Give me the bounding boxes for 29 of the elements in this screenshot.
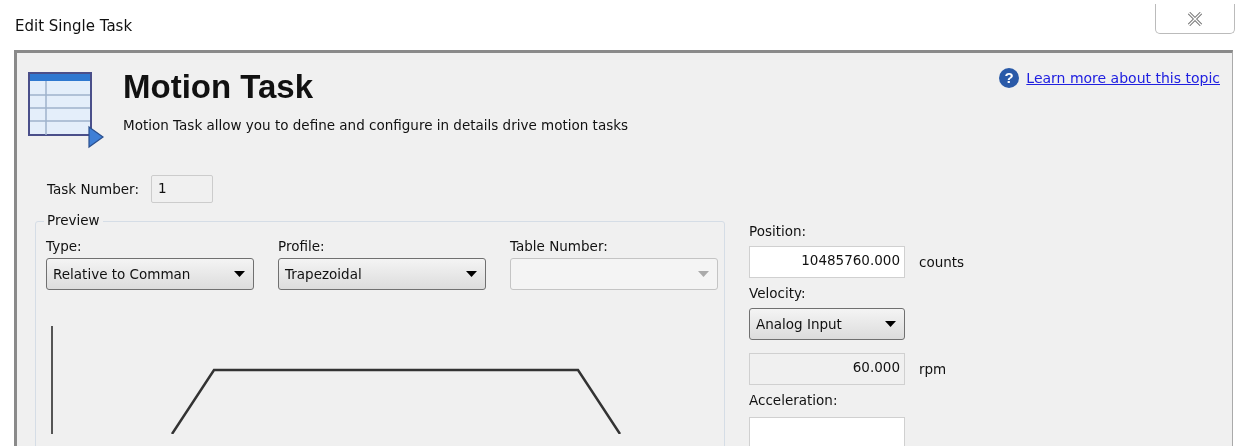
caret-icon: [885, 321, 896, 327]
caret-icon: [234, 271, 245, 277]
dropdown-label: Type:: [46, 238, 83, 254]
table-icon: [27, 71, 105, 149]
dropdown-label: Profile:: [278, 238, 326, 254]
dropdown[interactable]: Trapezoidal: [278, 258, 486, 290]
caret-icon: [466, 271, 477, 277]
velocity-field: 60.000: [749, 353, 905, 385]
help-icon: ?: [998, 67, 1021, 89]
unit-label: rpm: [919, 361, 947, 377]
dropdown-label: Table Number:: [510, 238, 609, 254]
position-label: Position:: [749, 223, 808, 239]
velocity-label: Velocity:: [749, 285, 807, 301]
task-number-label: Task Number:: [47, 181, 139, 197]
acceleration-label: Acceleration:: [749, 392, 839, 408]
window-title: Edit Single Task: [15, 17, 133, 35]
page-description: Motion Task allow you to define and configure in details drive motion tasks: [123, 117, 630, 133]
acceleration-field[interactable]: [749, 417, 905, 446]
dropdown[interactable]: Relative to Comman: [46, 258, 254, 290]
caret-icon: [698, 271, 709, 277]
task-number-field[interactable]: 1: [150, 175, 213, 203]
position-field[interactable]: 10485760.000: [749, 246, 905, 278]
close-icon: [1187, 11, 1203, 26]
preview-legend: Preview: [44, 212, 103, 228]
help-link[interactable]: Learn more about this topic: [1026, 70, 1220, 86]
velocity-dropdown[interactable]: Analog Input: [749, 308, 905, 340]
page-title: Motion Task: [123, 67, 315, 107]
close-button[interactable]: [1155, 4, 1235, 34]
unit-label: counts: [919, 254, 965, 270]
